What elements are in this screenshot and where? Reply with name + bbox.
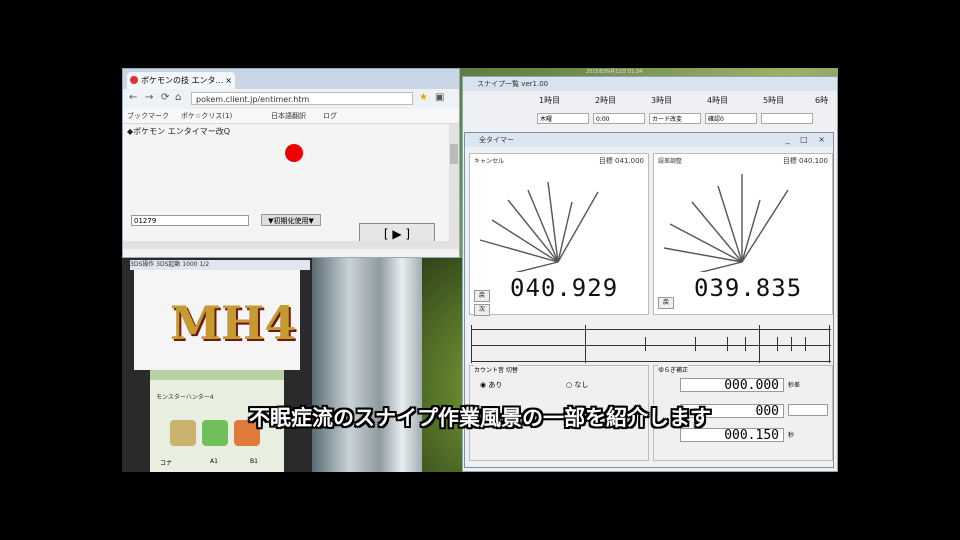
frame-input[interactable]: 01279	[131, 215, 249, 226]
browser-tab[interactable]: ポケモンの技 エンタ… ×	[127, 72, 235, 89]
capture-titlebar: 3DS操作 3DS起動 1000 1/2	[130, 260, 310, 270]
cancel-timer-panel: キャンセル 目標 041.000 戻 次 040.929	[469, 153, 649, 316]
prev-button[interactable]: 戻	[658, 297, 674, 309]
reload-icon[interactable]: ⟳	[161, 92, 169, 103]
panel-label: 誤差調整	[658, 158, 683, 165]
home-icon[interactable]: ⌂	[175, 92, 181, 103]
browser-toolbar: ← → ⟳ ⌂ pokem.client.jp/entimer.htm ★ ▣	[123, 89, 459, 109]
capture-window: 3DS操作 3DS起動 1000 1/2 MH4 モンスターハンター4 コナ A…	[122, 258, 312, 472]
snipe-row: 木曜 0:00 カード改変 確認0	[469, 113, 835, 125]
prev-button[interactable]: 戻	[474, 290, 490, 302]
mode-select[interactable]: ▼初期化使用▼	[261, 214, 321, 226]
bottom-screen-bar	[150, 370, 284, 380]
target-value: 目標 040.100	[782, 157, 828, 165]
snipe-list-title: スナイプ一覧 ver1.00	[463, 77, 837, 91]
bottom-label: B1	[250, 458, 258, 465]
snipe-cell[interactable]: 確認0	[705, 113, 757, 124]
snipe-cell[interactable]: 0:00	[593, 113, 645, 124]
star-icon[interactable]: ★	[419, 92, 428, 103]
snipe-cell[interactable]: 木曜	[537, 113, 589, 124]
top-screen: MH4	[134, 270, 300, 370]
extension-icon[interactable]: ▣	[435, 92, 444, 103]
day-header: 2時目	[595, 96, 617, 105]
timer-display: 040.929	[510, 274, 619, 302]
target-value: 目標 041.000	[598, 157, 644, 165]
timer-display: 039.835	[694, 274, 803, 302]
bookmark-item[interactable]: ブックマーク	[127, 109, 169, 123]
window-controls[interactable]: _ □ ×	[786, 133, 829, 147]
page-content: ◆ポケモン エンタイマー改Q 01279 ▼初期化使用▼ [ ▶ ]	[123, 124, 459, 249]
bookmark-item[interactable]: ポケ☆クリス(1)	[181, 109, 232, 123]
browser-window: ポケモンの技 エンタ… × ← → ⟳ ⌂ pokem.client.jp/en…	[122, 68, 460, 258]
day-header: 4時目	[707, 96, 729, 105]
adjust-value-1[interactable]: 000.000	[680, 378, 784, 393]
back-icon[interactable]: ←	[129, 92, 137, 103]
horizontal-scrollbar[interactable]	[123, 241, 459, 249]
radio-off[interactable]: ○ なし	[566, 380, 588, 390]
bottom-label: コナ	[160, 460, 173, 467]
bottom-label: A1	[210, 458, 218, 465]
panel-label: キャンセル	[474, 158, 505, 165]
group-label: カウント音 切替	[474, 365, 518, 374]
close-icon[interactable]: ×	[225, 72, 232, 89]
fan-dial	[479, 181, 599, 272]
timer-indicator-dot	[285, 144, 303, 162]
system-clock: 2015年09月12日 01:34	[586, 69, 643, 75]
timer-title: 全タイマー	[479, 136, 514, 144]
adjust-timer-panel: 誤差調整 目標 040.100 戻 039.835	[653, 153, 833, 315]
pokeball-icon	[130, 76, 138, 84]
bookmark-item[interactable]: 日本語翻訳	[271, 109, 306, 123]
bookmark-item[interactable]: ログ	[323, 109, 337, 123]
browser-tabbar: ポケモンの技 エンタ… ×	[123, 69, 459, 89]
day-header: 3時目	[651, 96, 673, 105]
snipe-cell[interactable]	[761, 113, 813, 124]
snipe-cell[interactable]: カード改変	[649, 113, 701, 124]
group-label: ゆらぎ補正	[658, 365, 689, 374]
day-header: 6時	[815, 96, 829, 105]
day-header: 5時目	[763, 96, 785, 105]
vertical-scrollbar[interactable]	[449, 124, 459, 249]
browser-tab-label: ポケモンの技 エンタ…	[141, 76, 224, 85]
radio-on[interactable]: ◉ あり	[480, 380, 502, 390]
game-logo: MH4	[170, 296, 297, 350]
next-button[interactable]: 次	[474, 304, 490, 316]
day-header: 1時目	[539, 96, 561, 105]
address-bar[interactable]: pokem.client.jp/entimer.htm	[191, 92, 413, 105]
video-subtitle: 不眠症流のスナイプ作業風景の一部を紹介します	[249, 406, 711, 430]
timer-titlebar: 全タイマー _ □ ×	[465, 133, 833, 147]
unit-label: 秒差	[788, 382, 801, 389]
bookmarks-bar: ブックマーク ポケ☆クリス(1) 日本語翻訳 ログ	[123, 109, 459, 124]
forward-icon[interactable]: →	[145, 92, 153, 103]
fan-dial	[663, 174, 789, 272]
page-title: ◆ポケモン エンタイマー改Q	[127, 127, 230, 136]
